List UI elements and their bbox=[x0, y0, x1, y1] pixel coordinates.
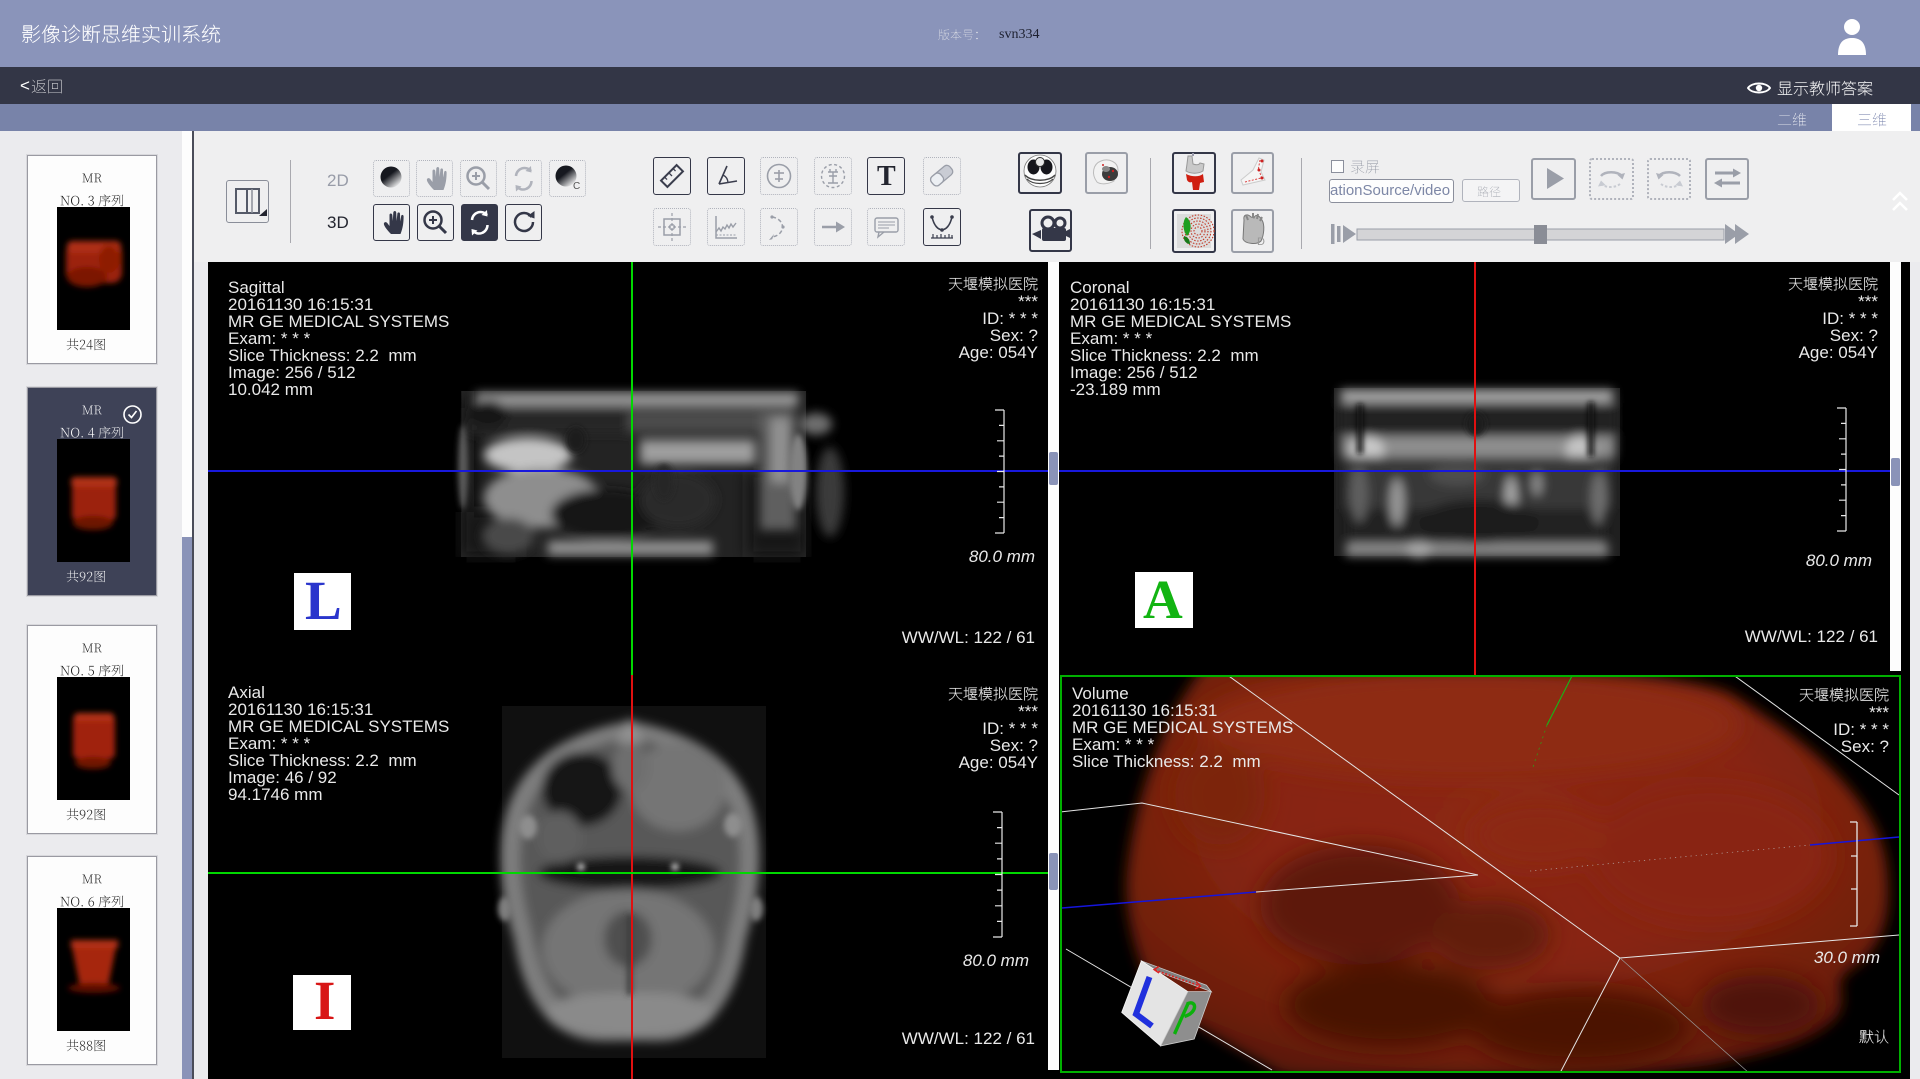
svg-text:T: T bbox=[877, 161, 896, 192]
svg-text:D: D bbox=[1257, 236, 1265, 248]
svg-text:C: C bbox=[573, 181, 580, 192]
